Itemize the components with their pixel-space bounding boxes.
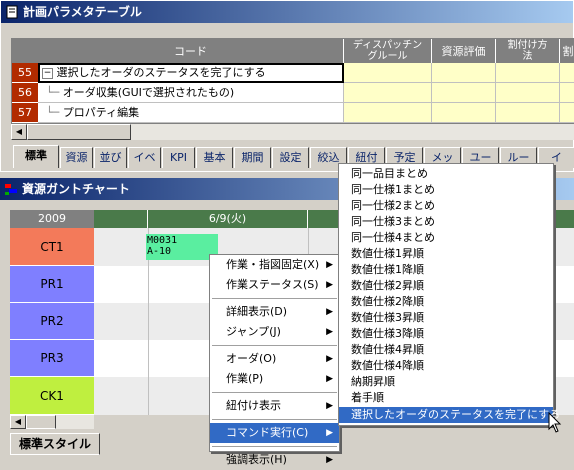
row-label: 選択したオーダのステータスを完了にする — [56, 66, 266, 79]
gantt-scroll-left[interactable]: ◀ — [10, 415, 26, 429]
context-menu-item[interactable]: 紐付け表示 ▶ — [210, 396, 339, 416]
submenu-item[interactable]: 着手順 — [339, 390, 553, 406]
tab-period[interactable]: 期間 — [234, 147, 271, 168]
gantt-year-header: 2009 — [10, 210, 94, 228]
gantt-resource-column: CT1 PR1 PR2 PR3 CK1 — [10, 228, 94, 415]
context-menu-item[interactable]: 作業(P) ▶ — [210, 369, 339, 389]
context-menu-item[interactable]: 詳細表示(D) ▶ — [210, 302, 339, 322]
param-hscroll[interactable]: ◀ — [11, 124, 574, 140]
expander-icon[interactable]: − — [42, 67, 53, 79]
document-icon — [6, 5, 18, 19]
col-header-assign-method[interactable]: 割付け方 法 — [496, 39, 560, 63]
submenu-arrow-icon: ▶ — [326, 401, 333, 411]
context-menu-item[interactable]: ジャンプ(J) ▶ — [210, 322, 339, 342]
scroll-left-button[interactable]: ◀ — [11, 124, 27, 140]
row-num-57[interactable]: 57 — [12, 103, 38, 123]
submenu-arrow-icon: ▶ — [326, 280, 333, 290]
submenu-item[interactable]: 同一仕様4まとめ — [339, 230, 553, 246]
col-header-extra[interactable]: 割 — [560, 39, 574, 63]
tab-standard-style[interactable]: 標準スタイル — [10, 433, 100, 455]
tab-event[interactable]: イベ — [128, 147, 161, 168]
param-window: 計画パラメタテーブル コード ディスパッチン グルール 資源評価 割付け方 法 … — [0, 0, 574, 172]
context-menu-item[interactable]: オーダ(O) ▶ — [210, 349, 339, 369]
submenu-item[interactable]: 同一品目まとめ — [339, 166, 553, 182]
submenu-item[interactable]: 納期昇順 — [339, 374, 553, 390]
submenu-arrow-icon: ▶ — [326, 260, 333, 270]
submenu-item[interactable]: 数値仕様3降順 — [339, 326, 553, 342]
param-table: コード ディスパッチン グルール 資源評価 割付け方 法 割 55 − 選択した… — [11, 38, 574, 124]
submenu-arrow-icon: ▶ — [326, 307, 333, 317]
context-menu: 作業・指図固定(X) ▶ 作業ステータス(S) ▶ 詳細表示(D) ▶ ジャンプ(J) ▶ オー… — [209, 254, 340, 466]
submenu-arrow-icon: ▶ — [326, 327, 333, 337]
menu-separator — [212, 345, 337, 346]
submenu-item[interactable]: 数値仕様4降順 — [339, 358, 553, 374]
submenu-item[interactable]: 数値仕様3昇順 — [339, 310, 553, 326]
context-menu-item[interactable]: 作業ステータス(S) ▶ — [210, 275, 339, 295]
gantt-icon — [5, 184, 17, 195]
context-menu-item[interactable]: コマンド実行(C) ▶ — [210, 423, 339, 443]
submenu-arrow-icon: ▶ — [326, 354, 333, 364]
scroll-thumb[interactable] — [27, 124, 131, 140]
resource-pr1[interactable]: PR1 — [10, 266, 94, 303]
menu-separator — [212, 298, 337, 299]
command-submenu: 同一品目まとめ 同一仕様1まとめ 同一仕様2まとめ 同一仕様3まとめ 同一仕様4まとめ数… — [338, 163, 560, 426]
tab-settings[interactable]: 設定 — [272, 147, 309, 168]
gantt-bar-m0031[interactable]: M0031 A-10 — [146, 234, 218, 260]
resource-ct1[interactable]: CT1 — [10, 228, 94, 266]
submenu-arrow-icon: ▶ — [326, 455, 333, 465]
context-menu-item[interactable]: 作業・指図固定(X) ▶ — [210, 255, 339, 275]
submenu-item[interactable]: 数値仕様2昇順 — [339, 278, 553, 294]
tab-resource[interactable]: 資源 — [60, 147, 93, 168]
table-row-55[interactable]: − 選択したオーダのステータスを完了にする — [38, 63, 344, 83]
submenu-arrow-icon: ▶ — [326, 374, 333, 384]
row-label: オーダ収集(GUIで選択されたもの) — [62, 86, 235, 99]
table-row-57[interactable]: └─ プロパティ編集 — [38, 103, 344, 123]
row-label: プロパティ編集 — [62, 106, 140, 119]
menu-separator — [212, 446, 337, 447]
submenu-item[interactable]: 同一仕様3まとめ — [339, 214, 553, 230]
col-header-code[interactable]: コード — [38, 39, 344, 63]
submenu-item[interactable]: 選択したオーダのステータスを完了にする — [339, 407, 560, 423]
menu-separator — [212, 392, 337, 393]
col-header-resource-eval[interactable]: 資源評価 — [432, 39, 496, 63]
submenu-item[interactable]: 数値仕様1降順 — [339, 262, 553, 278]
col-header-dispatch[interactable]: ディスパッチン グルール — [344, 39, 432, 63]
resource-ck1[interactable]: CK1 — [10, 377, 94, 415]
resource-pr3[interactable]: PR3 — [10, 340, 94, 377]
tab-kpi[interactable]: KPI — [162, 147, 195, 168]
menu-separator — [212, 419, 337, 420]
submenu-item[interactable]: 同一仕様2まとめ — [339, 198, 553, 214]
param-window-title: 計画パラメタテーブル — [23, 5, 142, 19]
submenu-item[interactable]: 数値仕様1昇順 — [339, 246, 553, 262]
row-num-55[interactable]: 55 — [12, 63, 38, 83]
tab-order[interactable]: 並び — [94, 147, 127, 168]
param-window-titlebar[interactable]: 計画パラメタテーブル — [1, 1, 573, 23]
mouse-cursor-icon — [548, 412, 562, 433]
gantt-date-label: 6/9(火) — [148, 210, 308, 228]
submenu-item[interactable]: 同一仕様1まとめ — [339, 182, 553, 198]
row-num-56[interactable]: 56 — [12, 83, 38, 103]
submenu-arrow-icon: ▶ — [326, 428, 333, 438]
submenu-item[interactable]: 数値仕様2降順 — [339, 294, 553, 310]
context-menu-item[interactable]: 強調表示(H) ▶ — [210, 450, 339, 470]
submenu-item[interactable]: 数値仕様4昇順 — [339, 342, 553, 358]
table-row-56[interactable]: └─ オーダ収集(GUIで選択されたもの) — [38, 83, 344, 103]
tab-standard[interactable]: 標準 — [13, 145, 59, 168]
gantt-hscroll[interactable]: ◀ — [10, 415, 94, 429]
gantt-window-title: 資源ガントチャート — [22, 182, 130, 196]
resource-pr2[interactable]: PR2 — [10, 303, 94, 340]
tab-basic[interactable]: 基本 — [196, 147, 233, 168]
